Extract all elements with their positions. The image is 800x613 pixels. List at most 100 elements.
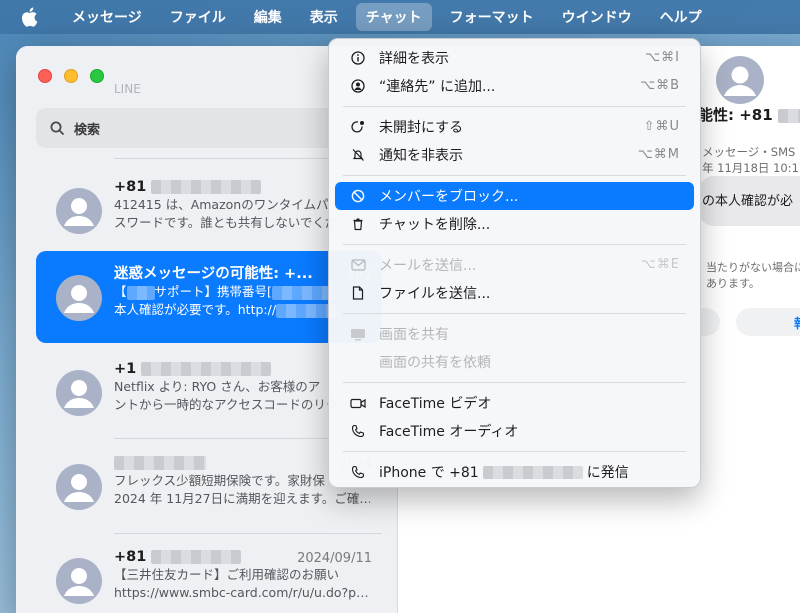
- avatar-icon: [56, 464, 102, 510]
- menu-item-label: 画面を共有: [379, 327, 449, 343]
- menu-item-show-details[interactable]: 詳細を表示 ⌥⌘I: [335, 44, 694, 72]
- menu-divider: [343, 451, 686, 452]
- menu-divider: [343, 106, 686, 107]
- menu-item-label: メンバーをブロック...: [379, 189, 519, 205]
- phone-icon: [349, 463, 367, 481]
- window-controls: [38, 69, 104, 83]
- redacted-text: [126, 285, 155, 300]
- conversation-preview: 【: [114, 284, 127, 299]
- menu-item-block-member[interactable]: メンバーをブロック...: [335, 182, 694, 210]
- conversation-date: 2024/09/11: [297, 551, 372, 566]
- conversation-item[interactable]: +81 2024/09/11 【三井住友カード】ご利用確認のお願い https:…: [36, 534, 382, 613]
- chat-menu: 詳細を表示 ⌥⌘I “連絡先” に追加... ⌥⌘B 未開封にする ⇧⌘U 通知…: [328, 38, 701, 488]
- avatar-icon: [56, 275, 102, 321]
- menu-item-label: メールを送信...: [379, 258, 477, 274]
- menu-item-facetime-video[interactable]: FaceTime ビデオ: [335, 389, 694, 417]
- menu-item-label: 詳細を表示: [379, 51, 449, 67]
- menu-item-add-to-contacts[interactable]: “連絡先” に追加... ⌥⌘B: [335, 72, 694, 100]
- mark-unread-icon: [349, 118, 367, 136]
- menu-divider: [343, 175, 686, 176]
- conversation-preview: 2024 年 11月27日に満期を迎えます。ご確…: [114, 491, 370, 506]
- conversation-title[interactable]: 能性: +81: [698, 104, 800, 125]
- shortcut-label: ⌥⌘E: [640, 257, 680, 272]
- document-icon: [349, 284, 367, 302]
- avatar-icon: [56, 188, 102, 234]
- menu-item-call-iphone[interactable]: iPhone で +81 に発信: [335, 458, 694, 486]
- menu-bar: メッセージ ファイル 編集 表示 チャット フォーマット ウインドウ ヘルプ: [0, 0, 800, 34]
- menu-format[interactable]: フォーマット: [440, 3, 544, 31]
- menu-edit[interactable]: 編集: [244, 3, 292, 31]
- conversation-name: +81: [114, 179, 147, 195]
- screen-share-icon: [349, 325, 367, 343]
- service-label: メッセージ・SMS: [702, 145, 796, 159]
- menu-divider: [343, 313, 686, 314]
- filter-label[interactable]: LINE: [114, 82, 141, 96]
- avatar-icon: [56, 370, 102, 416]
- minimize-window-button[interactable]: [64, 69, 78, 83]
- redacted-number: [151, 550, 242, 564]
- message-timestamp: 年 11月18日 10:17: [702, 161, 800, 175]
- menu-file[interactable]: ファイル: [160, 3, 236, 31]
- close-window-button[interactable]: [38, 69, 52, 83]
- menu-item-send-email: メールを送信... ⌥⌘E: [335, 251, 694, 279]
- shortcut-label: ⌥⌘I: [645, 50, 680, 65]
- menu-item-label: FaceTime ビデオ: [379, 396, 492, 412]
- menu-divider: [343, 244, 686, 245]
- apple-logo-icon[interactable]: [20, 7, 38, 27]
- menu-item-label: iPhone で +81: [379, 465, 479, 481]
- menu-item-label: 未開封にする: [379, 120, 464, 136]
- menu-item-label: 画面の共有を依頼: [379, 355, 491, 371]
- zoom-window-button[interactable]: [90, 69, 104, 83]
- redacted-number: [141, 362, 272, 376]
- menu-item-mark-unread[interactable]: 未開封にする ⇧⌘U: [335, 113, 694, 141]
- avatar-icon: [56, 558, 102, 604]
- menu-chat[interactable]: チャット: [355, 3, 432, 31]
- redacted-number: [777, 108, 800, 123]
- message-bubble: の本人確認が必: [698, 176, 800, 226]
- conversation-name: +1: [114, 361, 137, 377]
- redacted-name: [114, 456, 206, 470]
- junk-notice: 当たりがない場合に: [706, 261, 800, 274]
- search-icon: [50, 121, 64, 135]
- contact-avatar-icon[interactable]: [716, 56, 764, 104]
- conversation-preview: 本人確認が必要です。http://: [114, 302, 277, 317]
- envelope-icon: [349, 256, 367, 274]
- menu-item-hide-alerts[interactable]: 通知を非表示 ⌥⌘M: [335, 141, 694, 169]
- menu-divider: [343, 382, 686, 383]
- menu-item-delete-chat[interactable]: チャットを削除...: [335, 210, 694, 238]
- conversation-name: +81: [114, 549, 147, 565]
- redacted-number: [482, 465, 583, 479]
- video-camera-icon: [349, 394, 367, 412]
- contact-add-icon: [349, 77, 367, 95]
- menu-item-request-screen-share: 画面の共有を依頼: [335, 348, 694, 376]
- menu-item-facetime-audio[interactable]: FaceTime オーディオ: [335, 417, 694, 445]
- shortcut-label: ⇧⌘U: [643, 119, 680, 134]
- menu-messages[interactable]: メッセージ: [62, 3, 152, 31]
- block-icon: [349, 187, 367, 205]
- search-placeholder: 検索: [74, 122, 101, 138]
- menu-item-label: に発信: [586, 465, 629, 481]
- menu-item-label: チャットを削除...: [379, 217, 491, 233]
- menu-item-label: “連絡先” に追加...: [379, 79, 496, 95]
- redacted-number: [151, 180, 262, 194]
- menu-window[interactable]: ウインドウ: [552, 3, 642, 31]
- shortcut-label: ⌥⌘B: [640, 78, 680, 93]
- menu-item-label: FaceTime オーディオ: [379, 424, 519, 440]
- junk-notice: あります。: [706, 277, 760, 290]
- shortcut-label: ⌥⌘M: [637, 147, 680, 162]
- menu-help[interactable]: ヘルプ: [650, 3, 712, 31]
- phone-icon: [349, 422, 367, 440]
- menu-view[interactable]: 表示: [300, 3, 348, 31]
- info-icon: [349, 49, 367, 67]
- report-junk-button[interactable]: 報: [736, 308, 800, 336]
- bell-slash-icon: [349, 146, 367, 164]
- conversation-preview: https://www.smbc-card.com/r/u/u.do?p…: [114, 585, 369, 600]
- trash-icon: [349, 215, 367, 233]
- menu-item-share-screen: 画面を共有: [335, 320, 694, 348]
- empty-icon-slot: [349, 353, 367, 371]
- menu-item-send-file[interactable]: ファイルを送信...: [335, 279, 694, 307]
- conversation-preview: サポート】携帯番号[: [154, 284, 272, 299]
- menu-item-label: 通知を非表示: [379, 148, 463, 164]
- menu-item-label: ファイルを送信...: [379, 286, 491, 302]
- conversation-preview: 【三井住友カード】ご利用確認のお願い: [114, 567, 340, 582]
